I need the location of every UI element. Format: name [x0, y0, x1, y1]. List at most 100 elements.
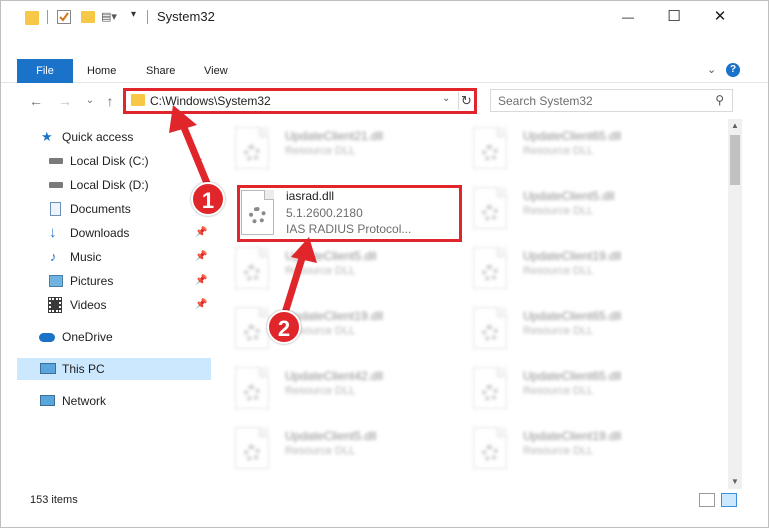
help-icon[interactable]: ? [726, 63, 740, 77]
up-arrow-icon[interactable]: ↑ [101, 92, 119, 110]
sidebar-item-downloads[interactable]: ↓ Downloads 📌 [17, 222, 211, 244]
file-version: 5.1.2600.2180 [286, 206, 363, 220]
annotation-badge-1: 1 [191, 182, 225, 216]
file-name: UpdateClient5.dll [285, 249, 377, 263]
network-icon [40, 395, 55, 406]
target-file-item[interactable]: iasrad.dll 5.1.2600.2180 IAS RADIUS Prot… [237, 185, 462, 242]
dll-file-icon [473, 127, 507, 169]
sidebar-item-onedrive[interactable]: OneDrive [17, 326, 211, 348]
tab-home[interactable]: Home [87, 59, 116, 83]
dll-file-icon [473, 247, 507, 289]
list-item[interactable]: UpdateClient5.dll Resource DLL [461, 181, 691, 233]
dll-file-icon [235, 367, 269, 409]
list-item[interactable]: UpdateClient19.dll Resource DLL [461, 421, 691, 473]
list-item[interactable]: UpdateClient21.dll Resource DLL [223, 121, 453, 173]
sidebar-item-label: Downloads [70, 226, 130, 240]
gear-icon [482, 385, 498, 401]
list-item[interactable]: UpdateClient42.dll Resource DLL [223, 361, 453, 413]
file-name: UpdateClient21.dll [285, 129, 384, 143]
file-list[interactable]: UpdateClient21.dll Resource DLL UpdateCl… [223, 119, 727, 489]
refresh-icon[interactable]: ↻ [458, 92, 474, 110]
list-item[interactable]: UpdateClient19.dll Resource DLL [461, 241, 691, 293]
list-item[interactable]: UpdateClient65.dll Resource DLL [461, 121, 691, 173]
address-path[interactable]: C:\Windows\System32 [150, 94, 271, 108]
sidebar-item-label: OneDrive [62, 330, 113, 344]
quick-access-dropdown-icon[interactable]: ▾ [131, 9, 136, 20]
address-bar[interactable]: C:\Windows\System32 ⌄ ↻ [123, 88, 477, 114]
search-icon[interactable]: ⚲ [715, 93, 724, 107]
list-item[interactable]: UpdateClient5.dll Resource DLL [223, 241, 453, 293]
gear-icon [482, 205, 498, 221]
sidebar-item-label: Music [70, 250, 102, 264]
pin-icon[interactable]: 📌 [195, 294, 207, 316]
list-item[interactable]: UpdateClient19.dll Resource DLL [223, 301, 453, 353]
separator-icon [147, 10, 148, 24]
file-name: UpdateClient5.dll [523, 189, 615, 203]
file-type: Resource DLL [285, 445, 356, 457]
computer-icon [40, 363, 56, 374]
sidebar-item-label: Videos [70, 298, 107, 312]
expand-ribbon-icon[interactable]: ⌄ [707, 63, 716, 76]
sidebar-item-documents[interactable]: Documents 📌 [17, 198, 211, 220]
gear-icon [482, 265, 498, 281]
vertical-scrollbar[interactable]: ▲ ▼ [728, 119, 742, 489]
sidebar-item-local-disk-c[interactable]: Local Disk (C:) ✦ [17, 150, 211, 172]
pin-icon[interactable]: 📌 [195, 270, 207, 292]
folder-icon [25, 11, 39, 25]
file-type: Resource DLL [523, 265, 594, 277]
dll-file-icon [473, 427, 507, 469]
dll-file-icon [235, 307, 269, 349]
sidebar-item-network[interactable]: Network [17, 390, 211, 412]
search-box[interactable]: ⚲ [490, 89, 733, 112]
tab-file[interactable]: File [17, 59, 73, 83]
sidebar-item-quick-access[interactable]: ★ Quick access [17, 126, 211, 148]
file-name: UpdateClient42.dll [285, 369, 384, 383]
file-type: Resource DLL [523, 145, 594, 157]
music-icon: ♪ [50, 249, 57, 264]
sidebar-item-local-disk-d[interactable]: Local Disk (D:) [17, 174, 211, 196]
tab-view[interactable]: View [204, 59, 228, 83]
sidebar-item-videos[interactable]: Videos 📌 [17, 294, 211, 316]
navigation-pane: ★ Quick access Local Disk (C:) ✦ Local D… [17, 125, 211, 485]
scroll-thumb[interactable] [730, 135, 740, 185]
cloud-icon [39, 333, 55, 342]
drive-icon [49, 182, 63, 188]
file-type: Resource DLL [285, 145, 356, 157]
file-type: Resource DLL [523, 325, 594, 337]
gear-icon [244, 445, 260, 461]
search-input[interactable] [491, 90, 701, 111]
tab-share[interactable]: Share [146, 59, 175, 83]
address-dropdown-icon[interactable]: ⌄ [442, 93, 450, 104]
list-item[interactable]: UpdateClient5.dll Resource DLL [223, 421, 453, 473]
pin-icon[interactable]: 📌 [195, 222, 207, 244]
file-name: UpdateClient5.dll [285, 429, 377, 443]
file-type: Resource DLL [285, 385, 356, 397]
properties-icon[interactable] [57, 10, 71, 24]
sidebar-item-this-pc[interactable]: This PC [17, 358, 211, 380]
maximize-button[interactable]: ☐ [651, 1, 697, 33]
pin-icon[interactable]: ✦ [195, 150, 203, 172]
file-name: UpdateClient65.dll [523, 369, 622, 383]
file-name: UpdateClient19.dll [523, 429, 622, 443]
sidebar-item-pictures[interactable]: Pictures 📌 [17, 270, 211, 292]
list-item[interactable]: UpdateClient65.dll Resource DLL [461, 301, 691, 353]
scroll-down-icon[interactable]: ▼ [728, 475, 742, 489]
list-item[interactable]: UpdateClient65.dll Resource DLL [461, 361, 691, 413]
sidebar-item-music[interactable]: ♪ Music 📌 [17, 246, 211, 268]
minimize-button[interactable]: — [605, 1, 651, 33]
scroll-up-icon[interactable]: ▲ [728, 119, 742, 133]
folder-icon [131, 94, 145, 106]
dll-file-icon [235, 127, 269, 169]
back-arrow-icon[interactable]: ← [27, 92, 45, 110]
forward-arrow-icon[interactable]: → [56, 92, 74, 110]
new-folder-icon[interactable] [81, 11, 95, 23]
file-type: Resource DLL [523, 445, 594, 457]
details-view-icon[interactable] [699, 493, 715, 507]
pictures-icon [49, 275, 63, 287]
large-icons-view-icon[interactable] [721, 493, 737, 507]
gear-icon [482, 145, 498, 161]
recent-locations-icon[interactable]: ⌄ [81, 92, 99, 110]
customize-quick-access-icon[interactable]: ▤▾ [101, 10, 117, 23]
pin-icon[interactable]: 📌 [195, 246, 207, 268]
close-button[interactable]: ✕ [697, 1, 743, 33]
